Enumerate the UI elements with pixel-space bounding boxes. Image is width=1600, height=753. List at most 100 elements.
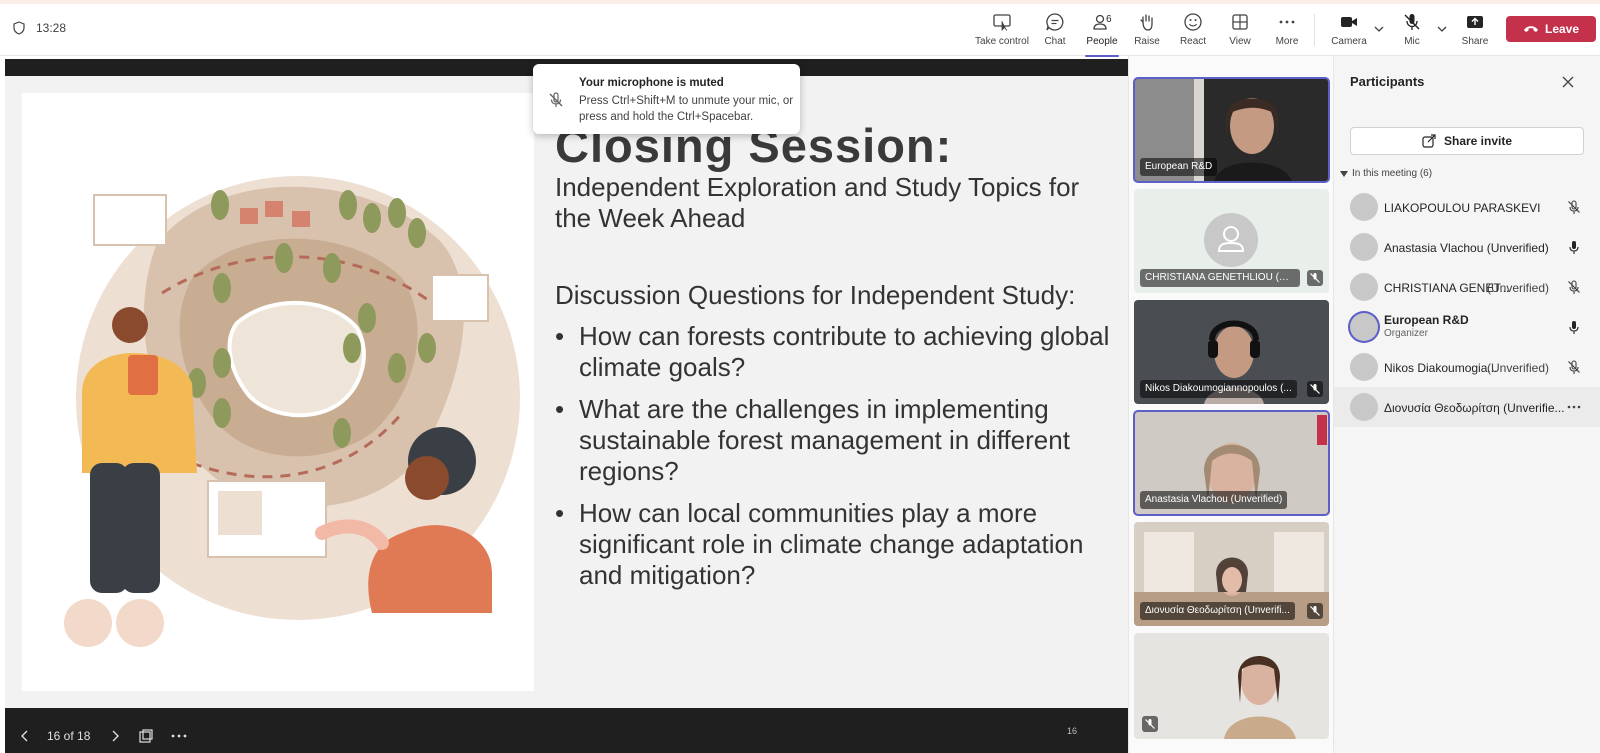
notification-title: Your microphone is muted — [579, 77, 724, 89]
slide-illustration — [22, 93, 534, 691]
tile-name-label: Nikos Diakoumogiannopoulos (... — [1140, 380, 1297, 398]
share-invite-button[interactable]: Share invite — [1350, 127, 1584, 155]
avatar-placeholder-icon — [1204, 213, 1258, 267]
camera-options-chevron-icon[interactable] — [1372, 22, 1386, 36]
raise-hand-icon — [1140, 14, 1153, 31]
video-tile[interactable]: CHRISTIANA GENETHLIOU (Unv... — [1134, 189, 1329, 293]
participant-row[interactable]: Anastasia Vlachou (Unverified) — [1334, 227, 1600, 267]
more-button[interactable]: More — [1260, 12, 1314, 52]
forest-map-illustration — [64, 176, 520, 647]
section-label: In this meeting (6) — [1352, 168, 1433, 179]
mic-on-icon — [1569, 241, 1579, 254]
avatar — [1350, 313, 1378, 341]
slide-position: 16 of 18 — [47, 729, 91, 743]
chat-button[interactable]: Chat — [1028, 12, 1082, 52]
caret-down-icon — [1340, 170, 1348, 177]
grid-view-icon — [1232, 14, 1248, 30]
share-label: Share — [1461, 36, 1489, 47]
people-count: 6 — [1106, 14, 1112, 25]
avatar — [1350, 233, 1378, 261]
participant-row[interactable]: Διονυσία Θεοδωρίτση (Unverifie... — [1334, 387, 1600, 427]
next-slide-icon[interactable] — [109, 730, 121, 742]
video-tile[interactable] — [1134, 633, 1329, 739]
previous-slide-icon[interactable] — [19, 730, 31, 742]
mic-muted-icon — [1404, 14, 1420, 30]
take-control-button[interactable]: Take control — [975, 12, 1029, 52]
camera-label: Camera — [1331, 36, 1367, 47]
slide-questions-heading: Discussion Questions for Independent Stu… — [555, 280, 1076, 310]
mic-options-chevron-icon[interactable] — [1435, 22, 1449, 36]
mic-muted-icon — [549, 92, 563, 107]
mic-muted-icon — [1142, 716, 1158, 732]
share-screen-icon — [1467, 16, 1483, 28]
avatar — [1350, 353, 1378, 381]
presentation-slide: Closing Session: Independent Exploration… — [5, 76, 1128, 736]
participant-row[interactable]: LIAKOPOULOU PARASKEVI — [1334, 187, 1600, 227]
camera-button[interactable]: Camera — [1322, 12, 1376, 52]
mic-on-icon — [1569, 321, 1579, 334]
view-label: View — [1229, 36, 1251, 47]
participant-row[interactable]: European R&D Organizer — [1334, 307, 1600, 347]
chat-icon — [1046, 13, 1064, 31]
meeting-toolbar: 13:28 Take control Chat 6 People Raise R… — [0, 0, 1600, 57]
slide-subtitle: Independent Exploration and Study Topics… — [555, 172, 1080, 233]
participant-name: Διονυσία Θεοδωρίτση (Unverifie... — [1384, 401, 1565, 415]
close-icon[interactable] — [1560, 74, 1576, 90]
avatar — [1350, 273, 1378, 301]
participant-row[interactable]: CHRISTIANA GENET... (Unverified) — [1334, 267, 1600, 307]
participant-video-strip: European R&D CHRISTIANA GENETHLIOU (Unv.… — [1128, 56, 1334, 753]
mic-muted-icon — [1568, 280, 1580, 294]
slide-grid-icon[interactable] — [139, 729, 153, 743]
participant-name: Nikos Diakoumogia... — [1384, 361, 1498, 375]
share-button[interactable]: Share — [1448, 12, 1502, 52]
mic-muted-icon — [1568, 360, 1580, 374]
video-tile[interactable]: Nikos Diakoumogiannopoulos (... — [1134, 300, 1329, 404]
react-label: React — [1179, 36, 1207, 47]
participant-role: Organizer — [1384, 328, 1428, 339]
more-dots-icon — [1279, 20, 1295, 24]
camera-icon — [1341, 17, 1357, 27]
mic-muted-notification: Your microphone is muted Press Ctrl+Shif… — [533, 64, 800, 134]
participants-panel: Participants Share invite In this meetin… — [1334, 56, 1600, 753]
react-button[interactable]: React — [1166, 12, 1220, 52]
leave-button[interactable]: Leave — [1506, 16, 1596, 42]
video-tile[interactable]: Διονυσία Θεοδωρίτση (Unverifi... — [1134, 522, 1329, 626]
tile-name-label: European R&D — [1140, 158, 1218, 176]
participant-name: Anastasia Vlachou (Unverified) — [1384, 241, 1549, 255]
panel-title: Participants — [1350, 74, 1425, 89]
participant-name: European R&D — [1384, 313, 1469, 327]
mic-button[interactable]: Mic — [1385, 12, 1439, 52]
share-invite-icon — [1422, 134, 1436, 148]
toolbar-divider — [1314, 14, 1315, 46]
more-options-icon[interactable] — [1566, 399, 1582, 415]
chat-label: Chat — [1044, 36, 1066, 47]
participant-row[interactable]: Nikos Diakoumogia... (Unverified) — [1334, 347, 1600, 387]
tile-name-label: Διονυσία Θεοδωρίτση (Unverifi... — [1140, 602, 1295, 620]
mic-muted-icon — [1307, 270, 1323, 286]
in-meeting-section-header[interactable]: In this meeting (6) — [1340, 168, 1432, 179]
take-control-label: Take control — [975, 36, 1029, 47]
avatar — [1350, 393, 1378, 421]
participant-video-feed — [1134, 633, 1329, 739]
mic-muted-icon — [1307, 603, 1323, 619]
more-label: More — [1275, 36, 1299, 47]
take-control-icon — [993, 14, 1011, 31]
video-tile[interactable]: Anastasia Vlachou (Unverified) — [1133, 410, 1330, 516]
slide-more-options-icon[interactable] — [171, 730, 187, 742]
mic-label: Mic — [1404, 36, 1420, 47]
mic-muted-icon — [1568, 200, 1580, 214]
share-invite-label: Share invite — [1443, 134, 1513, 148]
shared-content-stage: Closing Session: Independent Exploration… — [5, 59, 1128, 753]
participant-name: LIAKOPOULOU PARASKEVI — [1384, 201, 1541, 215]
slide-question-list: How can forests contribute to achieving … — [555, 321, 1115, 602]
avatar — [1350, 193, 1378, 221]
slide-navigation-bar: 16 of 18 — [5, 719, 1128, 753]
slide-question-item: What are the challenges in implementing … — [555, 394, 1115, 487]
view-button[interactable]: View — [1213, 12, 1267, 52]
tile-name-label: CHRISTIANA GENETHLIOU (Unv... — [1140, 269, 1300, 287]
slide-question-item: How can forests contribute to achieving … — [555, 321, 1115, 383]
video-tile[interactable]: European R&D — [1133, 77, 1330, 183]
notification-body: Press Ctrl+Shift+M to unmute your mic, o… — [579, 95, 794, 123]
people-label: People — [1086, 36, 1118, 47]
smiley-icon — [1184, 13, 1202, 31]
